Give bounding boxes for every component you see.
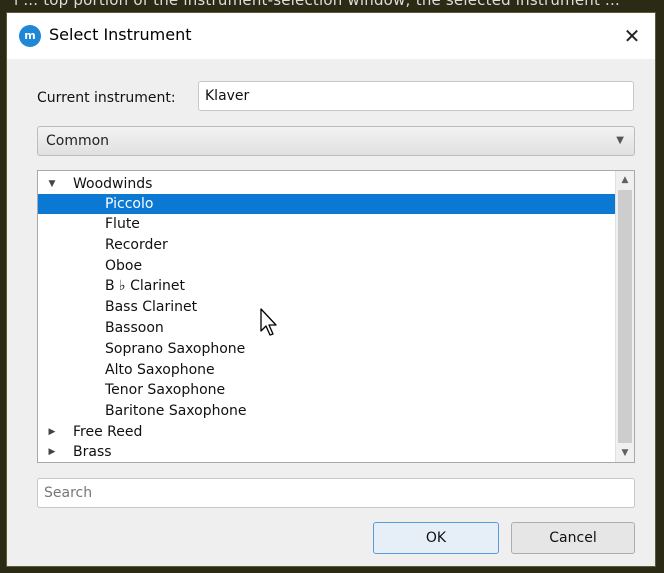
tree-group-woodwinds[interactable]: ▼ Woodwinds <box>38 174 616 194</box>
tree-group-label: Free Reed <box>73 424 143 440</box>
tree-item-alto-saxophone[interactable]: Alto Saxophone <box>38 360 616 380</box>
current-instrument-label: Current instrument: <box>37 90 176 106</box>
tree-item-label: B ♭ Clarinet <box>105 278 185 294</box>
tree-item-piccolo[interactable]: Piccolo <box>38 194 616 214</box>
cancel-button[interactable]: Cancel <box>511 522 635 554</box>
background-window-strip: i ... top portion of the instrument-sele… <box>0 0 664 12</box>
tree-item-label: Bassoon <box>105 320 164 336</box>
musescore-logo-icon: m <box>19 25 41 47</box>
instrument-category-select[interactable]: Common ▼ <box>37 126 635 156</box>
tree-group-label: Woodwinds <box>73 176 153 192</box>
tree-item-soprano-saxophone[interactable]: Soprano Saxophone <box>38 339 616 359</box>
tree-item-tenor-saxophone[interactable]: Tenor Saxophone <box>38 380 616 400</box>
tree-item-label: Oboe <box>105 258 143 274</box>
tree-item-label: Soprano Saxophone <box>105 341 246 357</box>
dialog-title: Select Instrument <box>49 25 192 44</box>
tree-item-label: Tenor Saxophone <box>105 382 226 398</box>
tree-item-bb-clarinet[interactable]: B ♭ Clarinet <box>38 276 616 296</box>
search-input[interactable]: Search <box>37 478 635 508</box>
scroll-down-arrow-icon[interactable]: ▼ <box>616 444 634 462</box>
tree-group-label: Brass <box>73 444 112 460</box>
category-select-value: Common <box>46 133 110 149</box>
tree-item-label: Bass Clarinet <box>105 299 198 315</box>
collapsed-arrow-icon[interactable]: ▶ <box>46 442 58 462</box>
tree-group-free-reed[interactable]: ▶ Free Reed <box>38 422 616 442</box>
tree-item-recorder[interactable]: Recorder <box>38 235 616 255</box>
scroll-up-arrow-icon[interactable]: ▲ <box>616 171 634 189</box>
close-button[interactable]: ✕ <box>609 13 655 59</box>
tree-item-label: Flute <box>105 216 140 232</box>
chevron-down-icon: ▼ <box>616 135 624 146</box>
mouse-pointer-icon <box>260 308 277 336</box>
dialog-titlebar: m Select Instrument ✕ <box>7 13 655 59</box>
tree-item-flute[interactable]: Flute <box>38 214 616 234</box>
ok-button[interactable]: OK <box>373 522 499 554</box>
scrollbar-thumb[interactable] <box>618 190 632 443</box>
instrument-tree[interactable]: ▼ Woodwinds Piccolo Flute Recorder Oboe … <box>37 170 635 463</box>
background-window-text: i ... top portion of the instrument-sele… <box>14 0 620 9</box>
current-instrument-field[interactable]: Klaver <box>198 81 634 111</box>
close-icon: ✕ <box>623 24 641 48</box>
tree-item-baritone-saxophone[interactable]: Baritone Saxophone <box>38 401 616 421</box>
tree-item-oboe[interactable]: Oboe <box>38 256 616 276</box>
tree-item-label: Piccolo <box>105 196 154 212</box>
select-instrument-dialog: m Select Instrument ✕ Current instrument… <box>6 12 656 567</box>
tree-item-label: Recorder <box>105 237 168 253</box>
tree-item-label: Alto Saxophone <box>105 362 215 378</box>
collapsed-arrow-icon[interactable]: ▶ <box>46 422 58 442</box>
tree-group-brass[interactable]: ▶ Brass <box>38 442 616 462</box>
tree-item-bassoon[interactable]: Bassoon <box>38 318 616 338</box>
tree-scrollbar[interactable]: ▲ ▼ <box>615 171 634 462</box>
tree-item-label: Baritone Saxophone <box>105 403 247 419</box>
expanded-arrow-icon[interactable]: ▼ <box>46 174 58 194</box>
tree-item-bass-clarinet[interactable]: Bass Clarinet <box>38 297 616 317</box>
